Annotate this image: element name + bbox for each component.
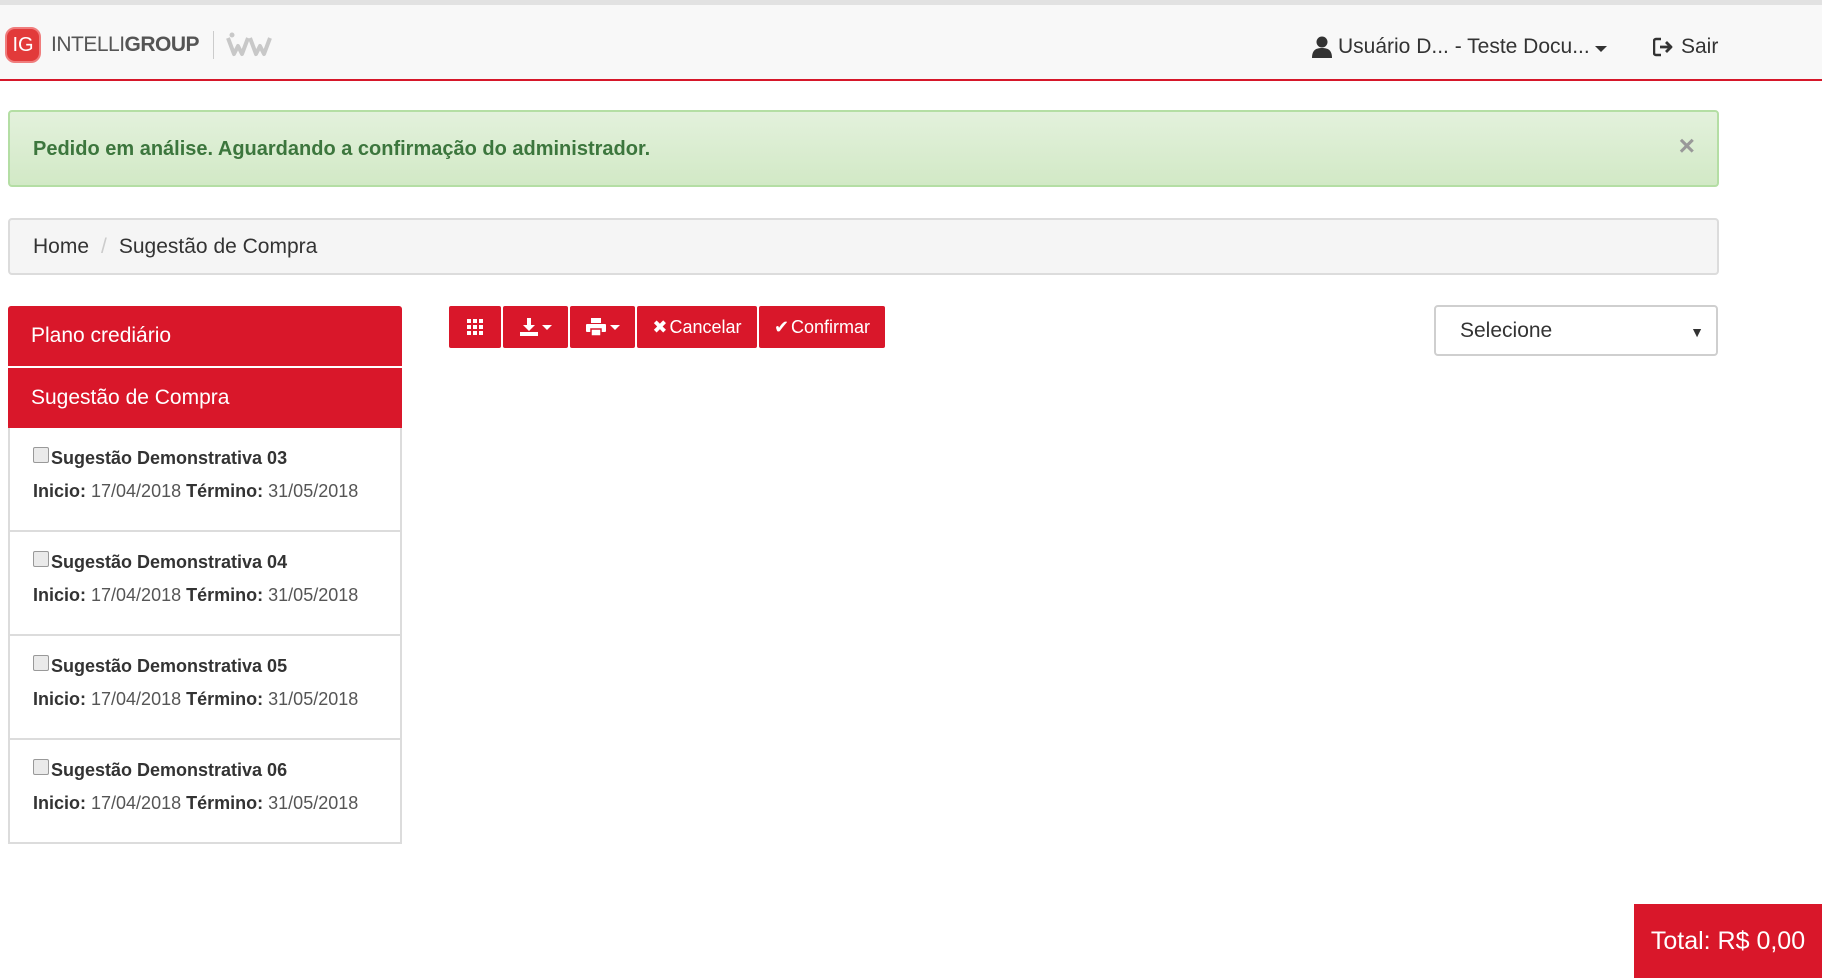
end-date: 31/05/2018 xyxy=(268,481,359,501)
brand-logo-badge: IG xyxy=(5,27,41,63)
filter-select[interactable]: Selecione ▼ xyxy=(1434,305,1718,356)
cancel-button[interactable]: ✖ Cancelar xyxy=(637,306,757,348)
end-date: 31/05/2018 xyxy=(268,585,359,605)
end-date: 31/05/2018 xyxy=(268,689,359,709)
end-date: 31/05/2018 xyxy=(268,793,359,813)
item-dates: Inicio: 17/04/2018 Término: 31/05/2018 xyxy=(33,585,400,606)
list-item: Sugestão Demonstrativa 06 Inicio: 17/04/… xyxy=(10,740,400,842)
brand-logo-group[interactable]: IG INTELLIGROUP xyxy=(5,27,276,63)
start-date: 17/04/2018 xyxy=(91,793,182,813)
chevron-down-icon xyxy=(541,324,552,330)
suggestion-checkbox[interactable] xyxy=(33,654,49,671)
cancel-label: Cancelar xyxy=(669,316,742,337)
brand-divider xyxy=(213,31,215,59)
grid-view-button[interactable] xyxy=(449,306,501,348)
logout-link[interactable]: Sair xyxy=(1653,29,1718,65)
start-label: Inicio: xyxy=(33,481,86,501)
close-icon[interactable]: × xyxy=(1679,130,1695,162)
grid-icon xyxy=(467,319,483,335)
sign-out-icon xyxy=(1653,37,1673,57)
suggestion-checkbox[interactable] xyxy=(33,446,49,463)
check-icon: ✔ xyxy=(773,316,790,337)
chevron-down-icon: ▼ xyxy=(1690,324,1704,340)
chevron-down-icon xyxy=(609,324,620,330)
breadcrumb-home-link[interactable]: Home xyxy=(33,235,89,259)
confirm-label: Confirmar xyxy=(791,316,871,337)
user-menu-dropdown[interactable]: Usuário D... - Teste Docu... xyxy=(1312,29,1607,65)
start-label: Inicio: xyxy=(33,585,86,605)
end-label: Término: xyxy=(186,481,264,501)
item-title-row: Sugestão Demonstrativa 03 xyxy=(33,446,400,469)
sidebar-item-sugestao-de-compra[interactable]: Sugestão de Compra xyxy=(8,368,402,428)
sidebar: Plano crediário Sugestão de Compra Suges… xyxy=(8,306,402,844)
close-icon: ✖ xyxy=(652,316,668,337)
start-date: 17/04/2018 xyxy=(91,481,182,501)
action-toolbar: ✖ Cancelar ✔ Confirmar xyxy=(449,306,887,348)
list-item: Sugestão Demonstrativa 04 Inicio: 17/04/… xyxy=(10,532,400,636)
brand-name-light: INTELLI xyxy=(51,33,125,56)
brand-name: INTELLIGROUP xyxy=(51,33,200,57)
start-label: Inicio: xyxy=(33,689,86,709)
total-badge: Total: R$ 0,00 xyxy=(1634,904,1822,978)
confirm-button[interactable]: ✔ Confirmar xyxy=(759,306,885,348)
sidebar-item-plano-crediario[interactable]: Plano crediário xyxy=(8,306,402,366)
end-label: Término: xyxy=(186,793,264,813)
item-title: Sugestão Demonstrativa 03 xyxy=(51,448,288,468)
top-navbar: IG INTELLIGROUP Usuário D... - Teste Doc… xyxy=(0,5,1822,81)
item-dates: Inicio: 17/04/2018 Término: 31/05/2018 xyxy=(33,481,400,502)
list-item: Sugestão Demonstrativa 03 Inicio: 17/04/… xyxy=(10,428,400,532)
suggestion-checkbox[interactable] xyxy=(33,758,49,775)
user-menu-label: Usuário D... - Teste Docu... xyxy=(1338,35,1590,58)
alert-message: Pedido em análise. Aguardando a confirma… xyxy=(33,138,651,160)
suggestion-list: Sugestão Demonstrativa 03 Inicio: 17/04/… xyxy=(8,428,402,844)
breadcrumb-current: Sugestão de Compra xyxy=(118,234,318,258)
item-title-row: Sugestão Demonstrativa 05 xyxy=(33,654,400,677)
suggestion-checkbox[interactable] xyxy=(33,550,49,567)
item-dates: Inicio: 17/04/2018 Término: 31/05/2018 xyxy=(33,793,400,814)
chevron-down-icon xyxy=(1594,46,1607,52)
status-alert: Pedido em análise. Aguardando a confirma… xyxy=(8,110,1719,187)
brand-name-bold: GROUP xyxy=(124,33,200,56)
breadcrumb: Home / Sugestão de Compra xyxy=(8,218,1719,275)
user-icon xyxy=(1312,36,1332,58)
item-dates: Inicio: 17/04/2018 Término: 31/05/2018 xyxy=(33,689,400,710)
item-title: Sugestão Demonstrativa 06 xyxy=(51,760,288,780)
list-item: Sugestão Demonstrativa 05 Inicio: 17/04/… xyxy=(10,636,400,740)
print-icon xyxy=(585,318,606,336)
wi-logo-mark-icon xyxy=(226,32,272,56)
download-icon xyxy=(519,318,538,336)
logout-label: Sair xyxy=(1681,35,1719,58)
print-dropdown-button[interactable] xyxy=(570,306,635,348)
breadcrumb-separator: / xyxy=(101,234,107,258)
start-label: Inicio: xyxy=(33,793,86,813)
start-date: 17/04/2018 xyxy=(91,689,182,709)
item-title: Sugestão Demonstrativa 04 xyxy=(51,552,288,572)
item-title-row: Sugestão Demonstrativa 06 xyxy=(33,758,400,781)
end-label: Término: xyxy=(186,689,264,709)
item-title-row: Sugestão Demonstrativa 04 xyxy=(33,550,400,573)
item-title: Sugestão Demonstrativa 05 xyxy=(51,656,288,676)
start-date: 17/04/2018 xyxy=(91,585,182,605)
select-value: Selecione xyxy=(1460,318,1553,342)
download-dropdown-button[interactable] xyxy=(503,306,568,348)
end-label: Término: xyxy=(186,585,264,605)
